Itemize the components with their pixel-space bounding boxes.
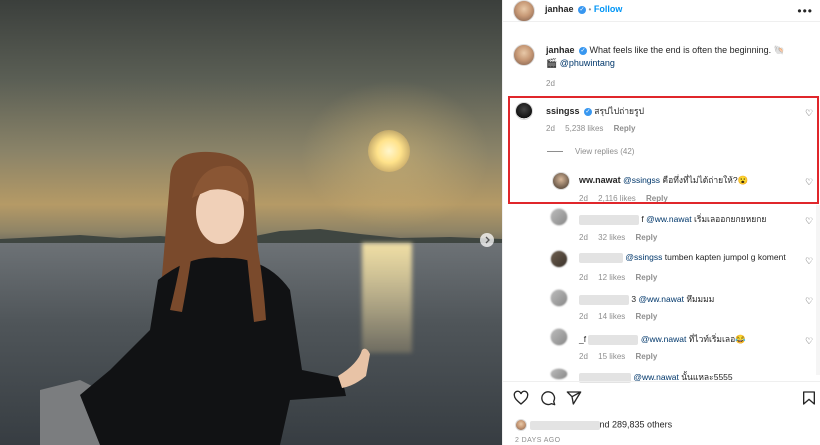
- comment-5: 3 @ww.nawat หึมมมม: [579, 292, 714, 306]
- heart-icon[interactable]: ♡: [805, 337, 814, 346]
- caption: janhae ✓ What feels like the end is ofte…: [546, 44, 806, 70]
- action-bar: nd 289,835 others 2 DAYS AGO: [503, 381, 820, 445]
- comment-6: _f @ww.nawat ที่ไวท์เริ่มเลอ😂: [579, 332, 746, 346]
- likes-summary[interactable]: nd 289,835 others: [515, 419, 672, 431]
- comment-meta: 2d 15 likes Reply: [579, 352, 657, 361]
- comment-avatar[interactable]: [550, 289, 568, 307]
- comment-3: f @ww.nawat เริ่มเลออกยกยหยกย: [579, 212, 766, 226]
- comment-username-fragment: 3: [631, 294, 637, 304]
- comment-text: tumben kapten jumpol g koment: [664, 252, 786, 262]
- comment-time: 2d: [579, 273, 588, 282]
- comment-mention[interactable]: @ssingss: [625, 252, 662, 262]
- comment-time: 2d: [579, 352, 588, 361]
- post-sidebar: janhae ✓ • Follow ••• janhae ✓ What feel…: [502, 0, 820, 445]
- comment-avatar[interactable]: [550, 328, 568, 346]
- reply-button[interactable]: Reply: [636, 352, 658, 361]
- caption-avatar[interactable]: [513, 44, 535, 66]
- highlight-box: [508, 96, 819, 204]
- comment-avatar[interactable]: [550, 208, 568, 226]
- comment-likes[interactable]: 32 likes: [598, 233, 625, 242]
- likes-count-text: nd 289,835 others: [599, 419, 673, 430]
- comment-mention[interactable]: @ww.nawat: [641, 334, 686, 344]
- comment-likes[interactable]: 14 likes: [598, 312, 625, 321]
- follow-button[interactable]: Follow: [594, 4, 623, 14]
- comment-meta: 2d 32 likes Reply: [579, 233, 657, 242]
- share-icon[interactable]: [566, 390, 582, 406]
- bookmark-icon[interactable]: [801, 390, 817, 406]
- liker-avatar: [515, 419, 527, 431]
- comment-text: เริ่มเลออกยกยหยกย: [693, 214, 767, 224]
- comment-text: ที่ไวท์เริ่มเลอ😂: [688, 334, 746, 344]
- verified-icon: ✓: [578, 5, 587, 14]
- heart-icon[interactable]: ♡: [805, 217, 814, 226]
- reply-button[interactable]: Reply: [636, 273, 658, 282]
- comment-icon[interactable]: [540, 390, 556, 406]
- more-icon[interactable]: •••: [797, 4, 813, 18]
- comment-mention[interactable]: @ww.nawat: [646, 214, 691, 224]
- blurred-username: [579, 294, 629, 305]
- caption-mention[interactable]: @phuwintang: [560, 58, 615, 68]
- post-header: janhae ✓ • Follow •••: [503, 0, 820, 22]
- comment-time: 2d: [579, 312, 588, 321]
- comment-likes[interactable]: 12 likes: [598, 273, 625, 282]
- clapperboard-icon: 🎬: [546, 58, 558, 68]
- comment-mention[interactable]: @ww.nawat: [638, 294, 683, 304]
- caption-time: 2d: [546, 79, 555, 88]
- carousel-next-button[interactable]: [480, 233, 494, 247]
- comment-time: 2d: [579, 233, 588, 242]
- heart-icon[interactable]: [513, 390, 529, 406]
- person-figure: [40, 151, 370, 445]
- heart-icon[interactable]: ♡: [805, 257, 814, 266]
- comment-4: @ssingss tumben kapten jumpol g koment: [579, 252, 786, 263]
- blurred-username: [579, 252, 623, 263]
- comment-avatar[interactable]: [550, 250, 568, 268]
- caption-text: What feels like the end is often the beg…: [589, 45, 785, 55]
- post-photo[interactable]: [0, 0, 502, 445]
- blurred-username: [579, 214, 639, 225]
- author-username[interactable]: janhae: [545, 4, 574, 14]
- comment-meta: 2d 12 likes Reply: [579, 273, 657, 282]
- comment-text: หึมมมม: [686, 294, 715, 304]
- comment-meta: 2d 14 likes Reply: [579, 312, 657, 321]
- caption-username[interactable]: janhae: [546, 45, 575, 55]
- comment-username-fragment: f: [641, 214, 644, 224]
- author-avatar[interactable]: [513, 0, 535, 22]
- instagram-post: janhae ✓ • Follow ••• janhae ✓ What feel…: [0, 0, 820, 445]
- verified-icon: ✓: [579, 46, 588, 55]
- blurred-liker-name: [529, 420, 600, 430]
- comments-scrollbar[interactable]: [816, 205, 820, 375]
- reply-button[interactable]: Reply: [636, 312, 658, 321]
- post-timestamp: 2 DAYS AGO: [515, 437, 561, 444]
- chevron-right-icon: [485, 236, 490, 244]
- reply-button[interactable]: Reply: [636, 233, 658, 242]
- blurred-username: [588, 334, 639, 345]
- heart-icon[interactable]: ♡: [805, 297, 814, 306]
- author-line: janhae ✓ • Follow: [545, 4, 622, 14]
- separator-dot: •: [588, 5, 592, 14]
- comment-avatar[interactable]: [550, 368, 568, 380]
- comment-username-fragment: _f: [579, 334, 587, 344]
- comment-likes[interactable]: 15 likes: [598, 352, 625, 361]
